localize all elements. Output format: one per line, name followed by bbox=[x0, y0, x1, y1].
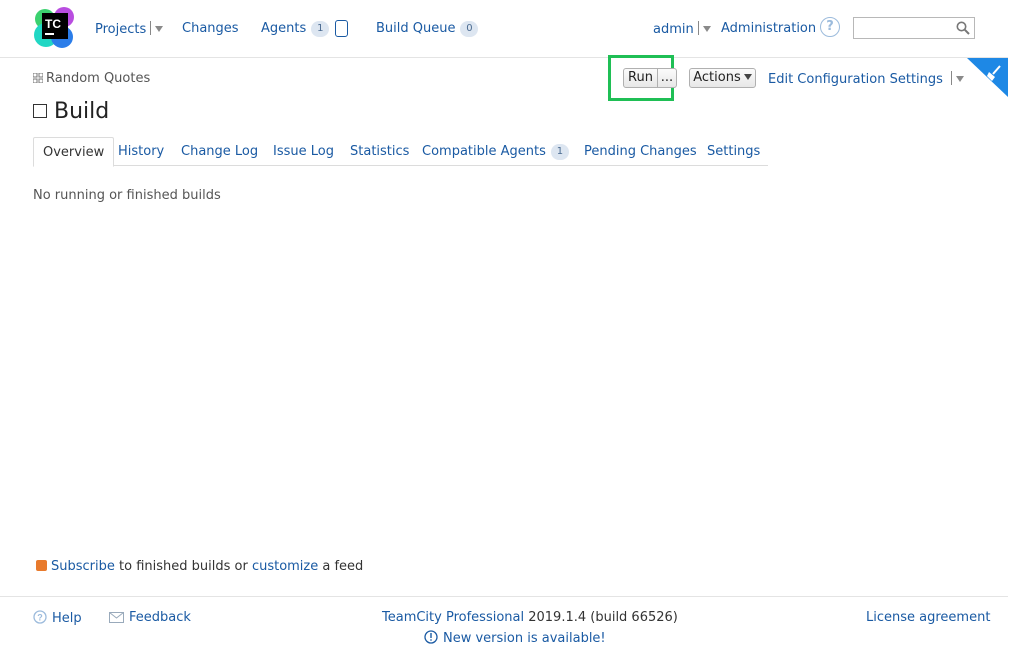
tab-compatible-agents-label[interactable]: Compatible Agents bbox=[422, 144, 546, 159]
tab-settings[interactable]: Settings bbox=[707, 137, 760, 166]
separator bbox=[697, 21, 699, 35]
footer-license[interactable]: License agreement bbox=[866, 610, 990, 625]
envelope-icon bbox=[109, 612, 124, 623]
footer-product-link[interactable]: TeamCity Professional bbox=[382, 610, 524, 625]
edit-settings-dropdown-icon[interactable] bbox=[955, 76, 964, 82]
tab-history[interactable]: History bbox=[118, 137, 164, 166]
nav-agents[interactable]: Agents 1 bbox=[261, 21, 330, 37]
nav-agents-label[interactable]: Agents bbox=[261, 21, 306, 36]
projects-dropdown-icon[interactable] bbox=[155, 26, 164, 32]
tab-overview[interactable]: Overview bbox=[33, 137, 115, 167]
search-icon[interactable] bbox=[956, 21, 970, 35]
user-dropdown-icon[interactable] bbox=[702, 26, 711, 32]
breadcrumb[interactable]: Random Quotes bbox=[33, 71, 150, 86]
agent-status-icon[interactable] bbox=[335, 20, 348, 37]
footer: ? Help Feedback TeamCity Professional 20… bbox=[0, 596, 1008, 654]
edit-configuration-settings[interactable]: Edit Configuration Settings bbox=[768, 71, 964, 87]
feed-text-1: to finished builds or bbox=[114, 559, 252, 574]
run-button[interactable]: Run bbox=[623, 68, 658, 88]
project-grid-icon bbox=[33, 73, 43, 83]
footer-version: 2019.1.4 (build 66526) bbox=[524, 610, 678, 625]
top-header: TC Projects Changes Agents 1 Build Queue 0… bbox=[0, 0, 1008, 58]
nav-build-queue[interactable]: Build Queue 0 bbox=[376, 21, 479, 37]
tab-statistics[interactable]: Statistics bbox=[350, 137, 409, 166]
compatible-agents-badge: 1 bbox=[550, 144, 569, 160]
separator bbox=[150, 21, 152, 35]
page-title-text: Build bbox=[54, 99, 110, 124]
new-version-link[interactable]: New version is available! bbox=[443, 631, 606, 646]
nav-changes[interactable]: Changes bbox=[182, 21, 239, 36]
build-tabs: Overview History Change Log Issue Log St… bbox=[33, 137, 768, 167]
help-icon: ? bbox=[33, 610, 47, 624]
footer-help[interactable]: ? Help bbox=[33, 610, 82, 626]
tab-compatible-agents[interactable]: Compatible Agents 1 bbox=[422, 137, 569, 166]
empty-builds-message: No running or finished builds bbox=[33, 188, 221, 203]
info-icon bbox=[424, 630, 438, 644]
actions-button[interactable]: Actions bbox=[689, 68, 756, 88]
svg-text:TC: TC bbox=[45, 17, 61, 31]
footer-help-link[interactable]: Help bbox=[52, 611, 82, 626]
search-input[interactable] bbox=[853, 17, 975, 39]
feed-subscribe-line: Subscribe to finished builds or customiz… bbox=[36, 559, 363, 574]
separator bbox=[950, 71, 952, 85]
svg-text:?: ? bbox=[37, 613, 43, 623]
breadcrumb-project[interactable]: Random Quotes bbox=[46, 71, 150, 86]
nav-projects[interactable]: Projects bbox=[95, 21, 164, 37]
license-agreement-link[interactable]: License agreement bbox=[866, 610, 990, 625]
agents-count-badge: 1 bbox=[311, 21, 330, 37]
tab-change-log[interactable]: Change Log bbox=[181, 137, 258, 166]
footer-new-version[interactable]: New version is available! bbox=[424, 630, 606, 646]
run-options-button[interactable]: ... bbox=[657, 68, 677, 88]
nav-build-queue-label[interactable]: Build Queue bbox=[376, 21, 455, 36]
edit-settings-label[interactable]: Edit Configuration Settings bbox=[768, 72, 943, 87]
customize-link[interactable]: customize bbox=[252, 559, 318, 574]
teamcity-logo[interactable]: TC bbox=[34, 7, 76, 48]
feed-text-2: a feed bbox=[318, 559, 364, 574]
tab-pending-changes[interactable]: Pending Changes bbox=[584, 137, 697, 166]
user-menu[interactable]: admin bbox=[653, 21, 711, 37]
help-icon[interactable]: ? bbox=[820, 17, 840, 37]
build-status-icon bbox=[33, 104, 47, 118]
corner-ribbon[interactable] bbox=[967, 58, 1008, 97]
actions-dropdown-icon bbox=[743, 74, 752, 80]
footer-feedback-link[interactable]: Feedback bbox=[129, 610, 191, 625]
user-name[interactable]: admin bbox=[653, 22, 694, 37]
footer-product-info: TeamCity Professional 2019.1.4 (build 66… bbox=[382, 610, 678, 625]
tab-issue-log[interactable]: Issue Log bbox=[273, 137, 334, 166]
build-queue-count-badge: 0 bbox=[460, 21, 479, 37]
rss-icon bbox=[36, 560, 47, 571]
nav-projects-label[interactable]: Projects bbox=[95, 22, 146, 37]
page-title: Build bbox=[33, 99, 109, 124]
subscribe-link[interactable]: Subscribe bbox=[51, 559, 115, 574]
footer-feedback[interactable]: Feedback bbox=[109, 610, 191, 625]
nav-administration[interactable]: Administration bbox=[721, 21, 816, 36]
actions-label[interactable]: Actions bbox=[693, 70, 741, 85]
